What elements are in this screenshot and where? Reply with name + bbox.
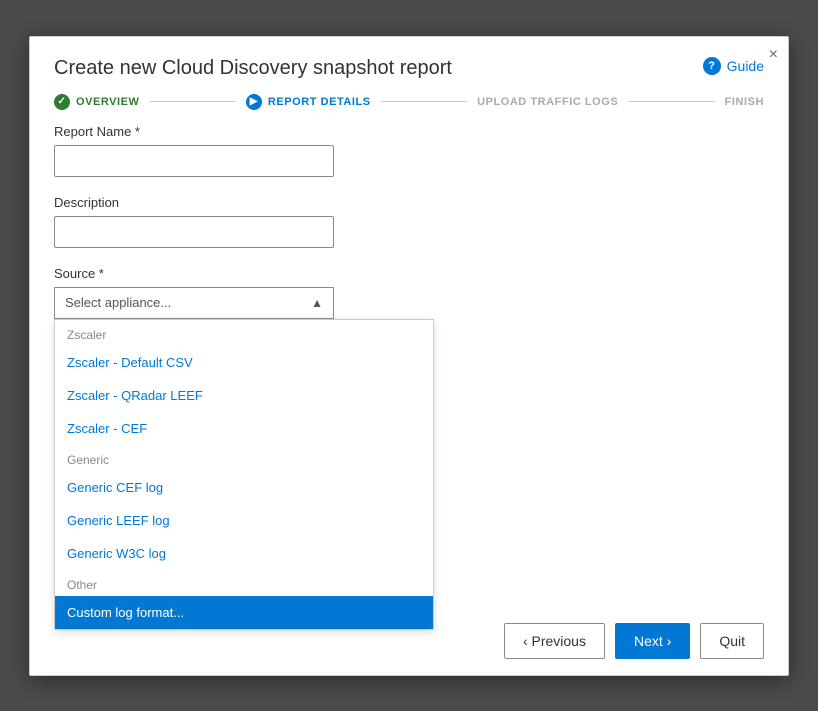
dropdown-item-generic-w3c-log[interactable]: Generic W3C log bbox=[55, 537, 433, 570]
source-dropdown-placeholder: Select appliance... bbox=[65, 295, 171, 310]
report-name-input[interactable] bbox=[54, 145, 334, 177]
dialog-title: Create new Cloud Discovery snapshot repo… bbox=[54, 57, 683, 80]
step-report-details-icon: ▶ bbox=[246, 94, 262, 110]
guide-icon: ? bbox=[703, 57, 721, 75]
report-name-label: Report Name * bbox=[54, 124, 764, 139]
dropdown-group-other: Other bbox=[55, 570, 433, 596]
step-report-details: ▶ REPORT DETAILS bbox=[246, 94, 371, 110]
dropdown-item-zscaler-qradar-leef[interactable]: Zscaler - QRadar LEEF bbox=[55, 379, 433, 412]
dropdown-item-custom-log-format[interactable]: Custom log format... bbox=[55, 596, 433, 629]
quit-button[interactable]: Quit bbox=[700, 623, 764, 659]
steps-bar: ✓ OVERVIEW ▶ REPORT DETAILS UPLOAD TRAFF… bbox=[30, 80, 788, 124]
guide-link[interactable]: ? Guide bbox=[703, 57, 764, 75]
dropdown-group-zscaler: Zscaler bbox=[55, 320, 433, 346]
step-overview-icon: ✓ bbox=[54, 94, 70, 110]
step-report-details-label: REPORT DETAILS bbox=[268, 96, 371, 108]
step-overview-label: OVERVIEW bbox=[76, 96, 140, 108]
source-dropdown-button[interactable]: Select appliance... ▲ bbox=[54, 287, 334, 319]
form-body: Report Name * Description Source * Selec… bbox=[30, 124, 788, 607]
step-line-2 bbox=[381, 101, 467, 102]
source-dropdown-list: Zscaler Zscaler - Default CSV Zscaler - … bbox=[54, 319, 434, 630]
dropdown-item-zscaler-cef[interactable]: Zscaler - CEF bbox=[55, 412, 433, 445]
chevron-up-icon: ▲ bbox=[311, 296, 323, 310]
dropdown-group-generic: Generic bbox=[55, 445, 433, 471]
next-button[interactable]: Next › bbox=[615, 623, 690, 659]
step-upload-traffic-logs: UPLOAD TRAFFIC LOGS bbox=[477, 96, 618, 108]
step-finish: FINISH bbox=[725, 96, 764, 108]
previous-button[interactable]: ‹ Previous bbox=[504, 623, 605, 659]
dropdown-list-inner: Zscaler Zscaler - Default CSV Zscaler - … bbox=[55, 320, 433, 629]
create-snapshot-dialog: × Create new Cloud Discovery snapshot re… bbox=[29, 36, 789, 676]
description-label: Description bbox=[54, 195, 764, 210]
step-line-1 bbox=[150, 101, 236, 102]
description-input[interactable] bbox=[54, 216, 334, 248]
description-group: Description bbox=[54, 195, 764, 248]
source-group: Source * Select appliance... ▲ Zscaler Z… bbox=[54, 266, 764, 319]
dropdown-item-generic-leef-log[interactable]: Generic LEEF log bbox=[55, 504, 433, 537]
close-button[interactable]: × bbox=[769, 47, 778, 63]
dropdown-item-zscaler-default-csv[interactable]: Zscaler - Default CSV bbox=[55, 346, 433, 379]
source-dropdown-container: Select appliance... ▲ Zscaler Zscaler - … bbox=[54, 287, 334, 319]
report-name-group: Report Name * bbox=[54, 124, 764, 177]
dialog-header: Create new Cloud Discovery snapshot repo… bbox=[30, 37, 788, 80]
step-overview: ✓ OVERVIEW bbox=[54, 94, 140, 110]
dropdown-item-generic-cef-log[interactable]: Generic CEF log bbox=[55, 471, 433, 504]
step-line-3 bbox=[628, 101, 714, 102]
step-upload-label: UPLOAD TRAFFIC LOGS bbox=[477, 96, 618, 108]
source-label: Source * bbox=[54, 266, 764, 281]
step-finish-label: FINISH bbox=[725, 96, 764, 108]
guide-label: Guide bbox=[727, 58, 764, 74]
